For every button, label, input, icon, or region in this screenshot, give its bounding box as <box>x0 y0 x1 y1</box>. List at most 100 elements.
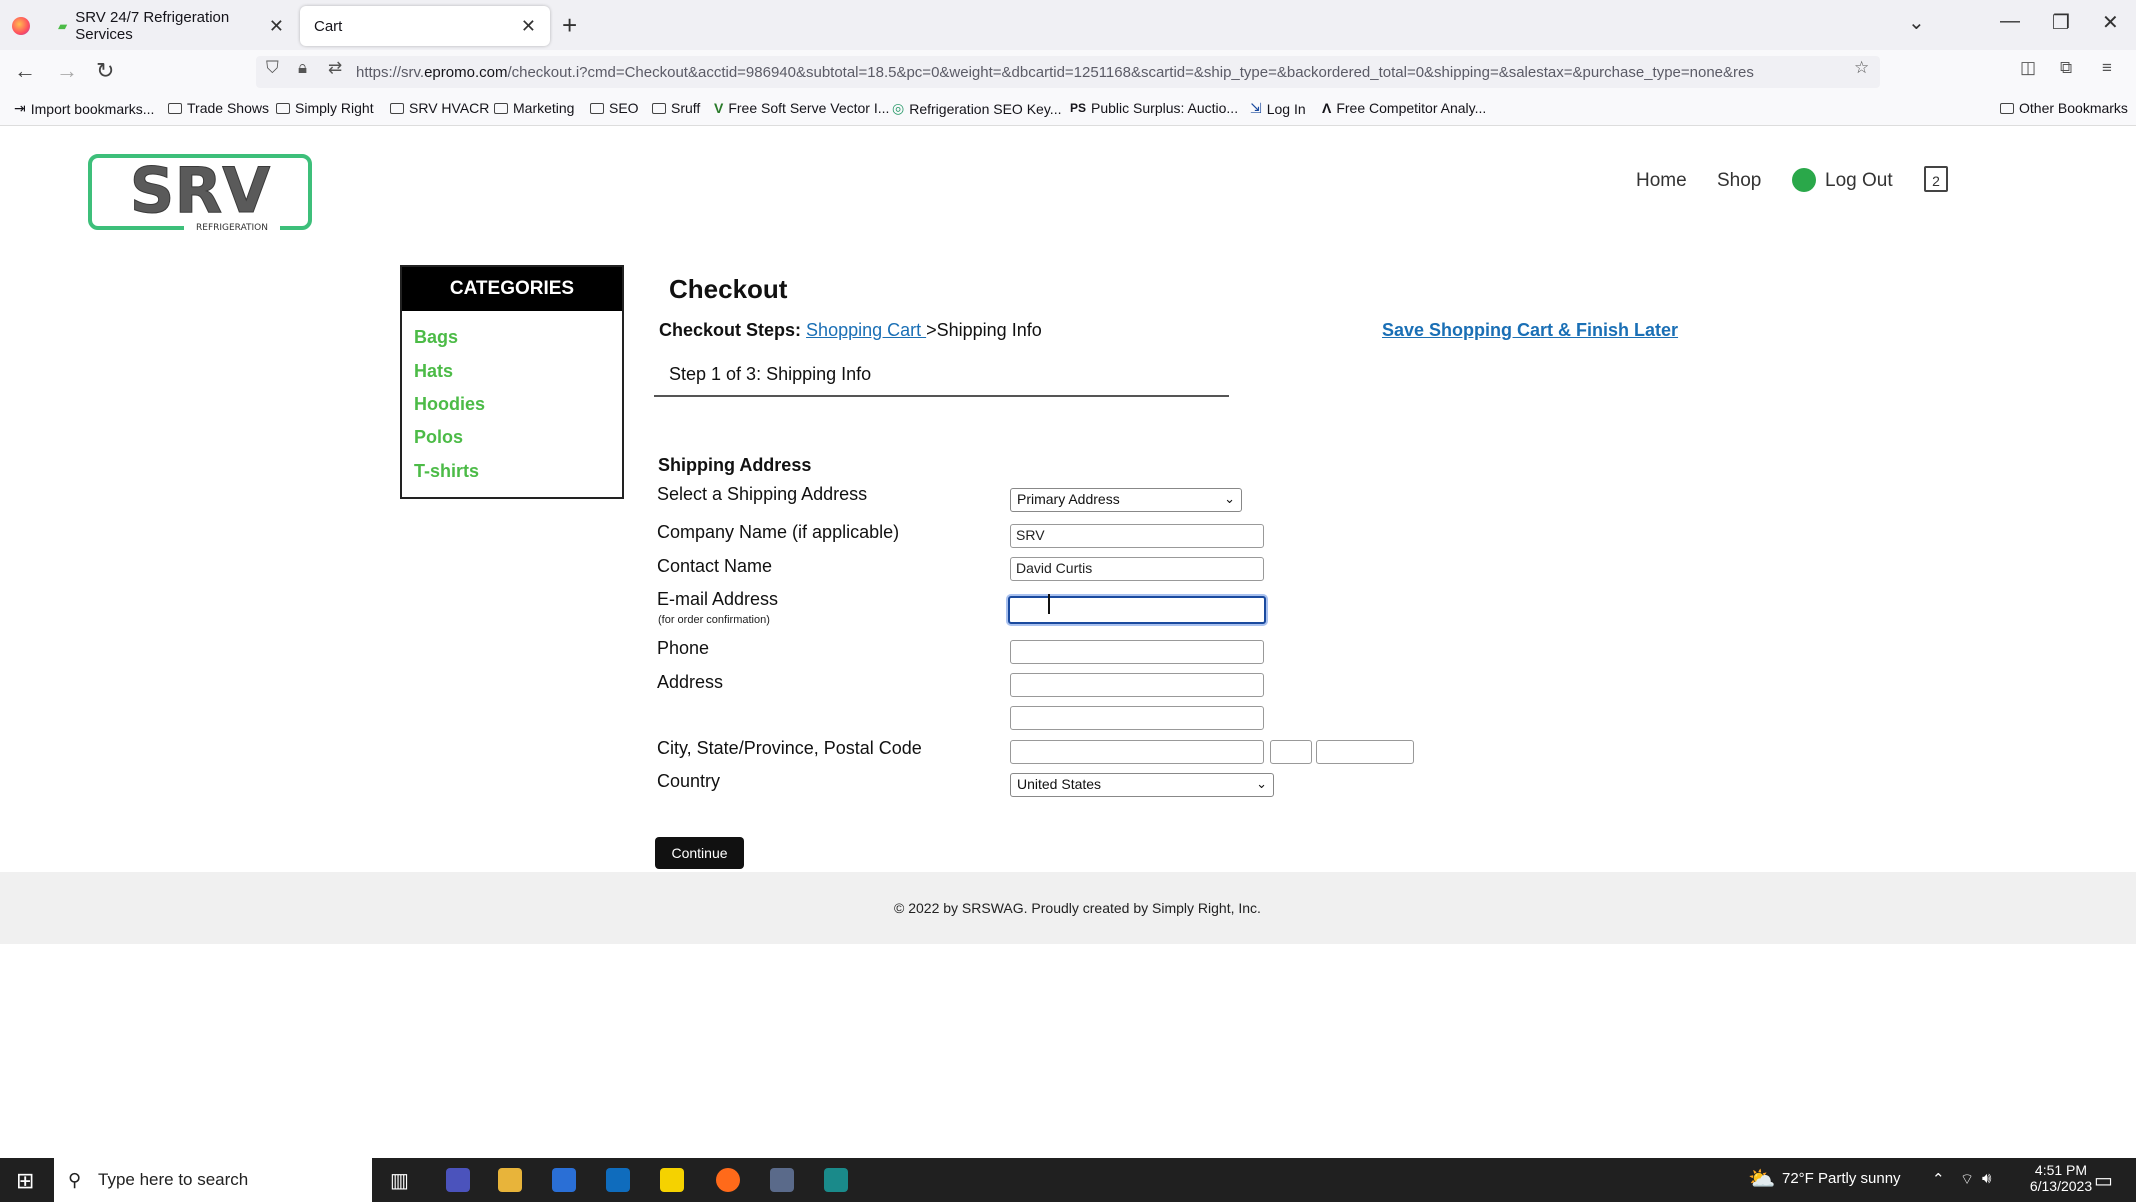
teams-icon[interactable] <box>446 1168 470 1192</box>
extensions-icon[interactable]: ⧉ <box>2060 58 2072 78</box>
folder-icon <box>168 102 182 114</box>
close-tab-icon[interactable]: ✕ <box>521 16 536 37</box>
address-line1-field[interactable] <box>1010 673 1264 697</box>
firefox-icon[interactable] <box>12 17 30 35</box>
url-bar[interactable]: https://srv. epromo.com/checkout.i?cmd=Ch… <box>256 56 1880 88</box>
search-placeholder: Type here to search <box>98 1170 249 1189</box>
other-bookmarks[interactable]: Other Bookmarks <box>2000 100 2128 116</box>
sticky-notes-icon[interactable] <box>660 1168 684 1192</box>
cart-icon[interactable]: 2 <box>1924 166 1948 192</box>
pocket-icon[interactable]: ◫ <box>2020 58 2036 78</box>
tab-srv[interactable]: ▰ SRV 24/7 Refrigeration Services ✕ <box>44 4 298 48</box>
v-icon: V <box>714 100 724 116</box>
nav-home[interactable]: Home <box>1636 170 1687 192</box>
user-icon[interactable] <box>1792 168 1816 192</box>
folder-icon <box>390 102 404 114</box>
text-cursor <box>1048 594 1050 614</box>
bookmark-item[interactable]: V Free Soft Serve Vector I... <box>714 100 889 116</box>
bookmark-item[interactable]: ◎ Refrigeration SEO Key... <box>892 100 1061 117</box>
category-hoodies[interactable]: Hoodies <box>414 394 485 415</box>
contact-name-field[interactable]: David Curtis <box>1010 557 1264 581</box>
firefox-taskbar-icon[interactable] <box>716 1168 740 1192</box>
windows-start-icon[interactable]: ⊞ <box>16 1168 34 1194</box>
bookmark-item[interactable]: ⇲ Log In <box>1250 100 1306 117</box>
address-select[interactable]: Primary Address ⌄ <box>1010 488 1242 512</box>
contact-label: Contact Name <box>657 556 773 576</box>
weather-text[interactable]: 72°F Partly sunny <box>1782 1170 1901 1187</box>
category-polos[interactable]: Polos <box>414 427 463 448</box>
bookmark-item[interactable]: ⇥ Import bookmarks... <box>14 100 154 117</box>
nav-shop[interactable]: Shop <box>1717 170 1761 192</box>
store-icon[interactable] <box>552 1168 576 1192</box>
category-hats[interactable]: Hats <box>414 361 453 382</box>
remote-desktop-icon[interactable] <box>824 1168 848 1192</box>
shopping-cart-link[interactable]: Shopping Cart <box>806 320 926 340</box>
permissions-icon[interactable]: ⇄ <box>328 58 342 78</box>
bookmark-item[interactable]: SRV HVACR <box>390 100 489 116</box>
bookmark-item[interactable]: Sruff <box>652 100 700 116</box>
address-select-value: Primary Address <box>1017 491 1120 507</box>
bookmark-item[interactable]: Λ Free Competitor Analy... <box>1322 100 1486 116</box>
new-tab-icon[interactable]: + <box>562 10 577 41</box>
search-icon: ⚲ <box>68 1169 82 1190</box>
email-note: (for order confirmation) <box>658 614 770 626</box>
tab-cart[interactable]: Cart ✕ <box>300 6 550 46</box>
reload-icon[interactable]: ↻ <box>96 58 114 84</box>
continue-button[interactable]: Continue <box>655 837 744 869</box>
notifications-icon[interactable]: ▭ <box>2094 1168 2113 1193</box>
minimize-icon[interactable]: — <box>2000 10 2020 33</box>
clock-time: 4:51 PM <box>2034 1162 2088 1178</box>
company-field[interactable]: SRV <box>1010 524 1264 548</box>
close-tab-icon[interactable]: ✕ <box>269 16 284 37</box>
footer-copyright: © 2022 by SRSWAG. Proudly created by Sim… <box>894 900 1261 916</box>
category-tshirts[interactable]: T-shirts <box>414 461 479 482</box>
nav-logout[interactable]: Log Out <box>1825 170 1893 192</box>
bookmark-item[interactable]: Simply Right <box>276 100 374 116</box>
outlook-icon[interactable] <box>606 1168 630 1192</box>
close-window-icon[interactable]: ✕ <box>2102 10 2119 35</box>
srv-logo[interactable]: SRV REFRIGERATION <box>88 154 312 234</box>
network-icon[interactable]: ⌔ <box>1960 1170 1974 1189</box>
bookmark-item[interactable]: Marketing <box>494 100 574 116</box>
email-label: E-mail Address <box>657 589 779 609</box>
volume-icon[interactable]: 🔊︎ <box>1982 1170 1991 1187</box>
bookmark-star-icon[interactable]: ☆ <box>1854 58 1869 78</box>
tab-list-icon[interactable]: ⌄ <box>1908 10 1925 35</box>
restore-icon[interactable]: ❐ <box>2052 10 2070 35</box>
country-select-value: United States <box>1017 776 1102 792</box>
chevron-up-icon[interactable]: ⌃ <box>1932 1170 1945 1188</box>
address-line2-field[interactable] <box>1010 706 1264 730</box>
weather-icon[interactable]: ⛅ <box>1748 1166 1775 1192</box>
lock-icon[interactable]: 🔒︎ <box>298 58 307 78</box>
taskbar-search[interactable]: ⚲ Type here to search <box>54 1158 372 1202</box>
menu-icon[interactable]: ≡ <box>2102 58 2112 78</box>
page-title: Checkout <box>669 274 788 304</box>
steps-label: Checkout Steps: <box>659 320 802 340</box>
shield-icon[interactable]: ⛉ <box>266 58 279 78</box>
bookmark-item[interactable]: Trade Shows <box>168 100 269 116</box>
save-cart-link[interactable]: Save Shopping Cart & Finish Later <box>1382 320 1678 341</box>
country-select[interactable]: United States ⌄ <box>1010 773 1274 797</box>
categories-panel: CATEGORIES Bags Hats Hoodies Polos T-shi… <box>400 265 624 499</box>
clock[interactable]: 4:51 PM 6/13/2023 <box>2022 1162 2100 1194</box>
navigation-toolbar: ← → ↻ https://srv. epromo.com/checkout.i?… <box>0 50 2136 94</box>
postal-code-field[interactable] <box>1316 740 1414 764</box>
category-bags[interactable]: Bags <box>414 327 458 348</box>
bookmarks-bar: ⇥ Import bookmarks... Trade Shows Simply … <box>0 94 2136 126</box>
file-explorer-icon[interactable] <box>498 1168 522 1192</box>
email-field[interactable] <box>1008 596 1266 624</box>
phone-field[interactable] <box>1010 640 1264 664</box>
login-icon: ⇲ <box>1250 100 1262 116</box>
bookmark-item[interactable]: SEO <box>590 100 639 116</box>
chevron-down-icon: ⌄ <box>1256 776 1267 791</box>
clock-date: 6/13/2023 <box>2029 1178 2093 1194</box>
company-label: Company Name (if applicable) <box>657 522 900 542</box>
back-icon[interactable]: ← <box>14 58 36 84</box>
task-view-icon[interactable]: ▥ <box>390 1168 409 1193</box>
calculator-icon[interactable] <box>770 1168 794 1192</box>
forward-icon[interactable]: → <box>56 58 78 84</box>
state-field[interactable] <box>1270 740 1312 764</box>
checkout-steps: Checkout Steps: Shopping Cart >Shipping … <box>659 320 1042 341</box>
bookmark-item[interactable]: PS Public Surplus: Auctio... <box>1070 100 1238 116</box>
city-field[interactable] <box>1010 740 1264 764</box>
